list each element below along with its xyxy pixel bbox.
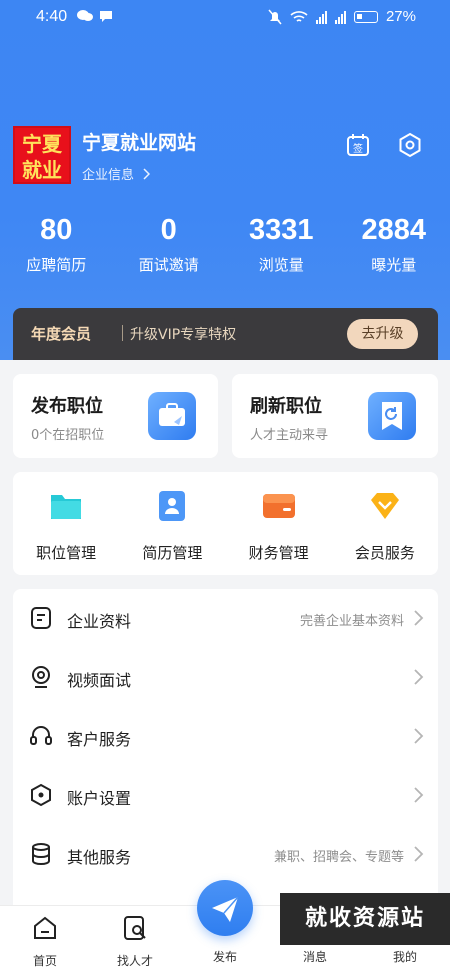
refresh-icon (368, 392, 416, 440)
grid-label: 职位管理 (36, 544, 97, 562)
tab-label: 找人才 (116, 954, 153, 968)
stat-label: 浏览量 (258, 256, 304, 274)
menu-hint: 完善企业基本资料 (299, 614, 404, 629)
menu-item-video-interview[interactable]: 视频面试 (13, 648, 438, 706)
tab-label: 消息 (302, 950, 327, 964)
battery-icon (353, 10, 378, 23)
refresh-job-title: 刷新职位 (250, 396, 322, 417)
grid-label: 财务管理 (248, 544, 309, 562)
menu-label: 企业资料 (67, 612, 132, 631)
menu-item-customer-service[interactable]: 客户服务 (13, 707, 438, 765)
signal-icon-2 (334, 10, 346, 24)
post-fab-button[interactable] (197, 880, 253, 936)
settings-icon[interactable] (397, 132, 423, 158)
settings-menu: 企业资料 完善企业基本资料 视频面试 客户服务 账户设置 其他服务 兼职、招聘会… (13, 589, 438, 919)
menu-label: 账户设置 (67, 789, 132, 808)
grid-item-resume-management[interactable]: 简历管理 (119, 488, 225, 563)
folder-icon (48, 488, 84, 524)
stat-exposure[interactable]: 2884 曝光量 (338, 210, 450, 275)
chevron-right-icon (414, 787, 424, 803)
message-icon (100, 11, 112, 22)
chat-bubble-icon (77, 10, 93, 21)
paper-plane-icon (212, 896, 239, 922)
home-icon (34, 916, 56, 939)
upgrade-button[interactable]: 去升级 (347, 319, 418, 349)
grid-label: 简历管理 (142, 544, 203, 562)
chevron-right-icon (414, 728, 424, 744)
diamond-icon (367, 488, 403, 524)
company-logo[interactable]: 宁夏 就业 (13, 126, 71, 184)
post-job-subtitle: 0个在招职位 (31, 428, 105, 443)
document-icon (31, 607, 51, 629)
grid-item-job-management[interactable]: 职位管理 (13, 488, 119, 563)
vip-banner[interactable]: 年度会员 升级VIP专享特权 去升级 (13, 308, 438, 360)
menu-hint: 兼职、招聘会、专题等 (273, 850, 404, 865)
grid-item-member-service[interactable]: 会员服务 (332, 488, 438, 563)
mute-icon (268, 9, 282, 24)
resume-icon (154, 488, 190, 524)
company-info-link[interactable]: 企业信息 (82, 164, 151, 183)
wallet-icon (261, 488, 297, 524)
feature-grid: 职位管理 简历管理 财务管理 会员服务 (13, 472, 438, 575)
tab-label: 首页 (32, 954, 57, 968)
post-job-card[interactable]: 发布职位 0个在招职位 (13, 374, 218, 458)
webcam-icon (32, 666, 50, 688)
notification-icons (76, 8, 114, 24)
wifi-icon (290, 10, 308, 22)
menu-label: 客户服务 (67, 730, 132, 749)
menu-label: 其他服务 (67, 848, 132, 867)
chevron-right-icon (143, 167, 151, 180)
refresh-job-subtitle: 人才主动来寻 (250, 428, 329, 443)
tab-label: 我的 (392, 950, 417, 964)
hexagon-settings-icon (31, 783, 51, 807)
chevron-right-icon (414, 669, 424, 685)
sign-in-calendar-icon[interactable]: 签 (345, 132, 371, 158)
stat-resumes[interactable]: 80 应聘简历 (0, 210, 113, 275)
database-icon (32, 843, 50, 866)
menu-item-company-profile[interactable]: 企业资料 完善企业基本资料 (13, 589, 438, 647)
post-job-title: 发布职位 (31, 396, 103, 417)
stat-label: 应聘简历 (26, 256, 87, 274)
tab-home[interactable]: 首页 (0, 906, 90, 969)
chevron-right-icon (414, 846, 424, 862)
logo-line-2: 就业 (22, 158, 62, 182)
refresh-job-card[interactable]: 刷新职位 人才主动来寻 (232, 374, 438, 458)
stat-value: 2884 (361, 214, 426, 246)
stat-value: 3331 (248, 214, 314, 246)
battery-percent: 27% (385, 8, 416, 25)
company-info-label: 企业信息 (82, 168, 135, 183)
tab-find-talent[interactable]: 找人才 (90, 906, 180, 969)
status-bar: 4:40 27% (0, 0, 450, 34)
status-right: 27% (268, 8, 416, 25)
vip-divider (122, 325, 123, 341)
status-time: 4:40 (36, 8, 68, 25)
menu-item-account-settings[interactable]: 账户设置 (13, 766, 438, 824)
svg-text:签: 签 (353, 142, 363, 155)
menu-label: 视频面试 (67, 671, 132, 690)
signal-icon (315, 10, 327, 24)
headset-icon (30, 726, 52, 745)
stat-value: 80 (40, 214, 73, 246)
watermark: 就收资源站 (280, 893, 450, 945)
briefcase-icon (148, 392, 196, 440)
menu-item-other-services[interactable]: 其他服务 兼职、招聘会、专题等 (13, 825, 438, 883)
vip-title: 年度会员 (31, 325, 92, 343)
stat-label: 曝光量 (371, 256, 417, 274)
stats-row: 80 应聘简历 0 面试邀请 3331 浏览量 2884 曝光量 (0, 210, 450, 275)
company-name: 宁夏就业网站 (82, 132, 197, 154)
grid-label: 会员服务 (354, 544, 415, 562)
vip-subtitle: 升级VIP专享特权 (130, 327, 237, 343)
chevron-right-icon (414, 610, 424, 626)
stat-label: 面试邀请 (138, 256, 199, 274)
stat-value: 0 (160, 214, 177, 246)
search-resume-icon (124, 916, 146, 940)
tab-label: 发布 (212, 950, 237, 964)
grid-item-finance-management[interactable]: 财务管理 (226, 488, 332, 563)
stat-interviews[interactable]: 0 面试邀请 (113, 210, 226, 275)
stat-views[interactable]: 3331 浏览量 (225, 210, 338, 275)
logo-line-1: 宁夏 (22, 132, 62, 156)
